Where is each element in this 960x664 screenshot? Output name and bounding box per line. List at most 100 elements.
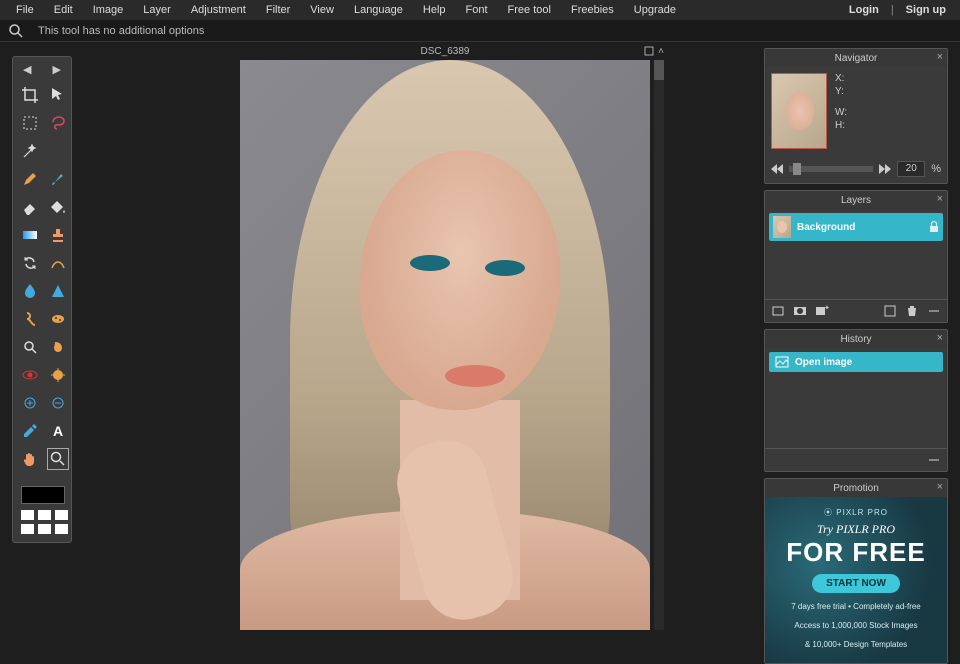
menu-item-view[interactable]: View — [300, 1, 344, 19]
layers-panel: Layers × Background ✦ — [764, 190, 948, 323]
wand-tool[interactable] — [19, 140, 41, 162]
menu-item-layer[interactable]: Layer — [133, 1, 181, 19]
burn-tool[interactable] — [47, 336, 69, 358]
layers-panel-header: Layers × — [765, 191, 947, 209]
foreground-color-swatch[interactable] — [21, 486, 65, 504]
menu-item-free-tool[interactable]: Free tool — [498, 1, 561, 19]
zoom-tool[interactable] — [47, 448, 69, 470]
dodge-tool[interactable] — [19, 336, 41, 358]
layer-mask-icon[interactable] — [793, 304, 807, 318]
clone-tool[interactable] — [47, 224, 69, 246]
canvas-image — [240, 60, 650, 630]
menu-item-language[interactable]: Language — [344, 1, 413, 19]
sponge-tool[interactable] — [47, 308, 69, 330]
picker-tool[interactable] — [19, 420, 41, 442]
tool-nav-right-icon[interactable]: ▶ — [53, 63, 61, 76]
replace-tool[interactable] — [19, 252, 41, 274]
window-maximize-icon[interactable] — [644, 46, 654, 57]
signup-link[interactable]: Sign up — [898, 1, 954, 19]
eraser-tool[interactable] — [19, 196, 41, 218]
layers-title: Layers — [841, 195, 871, 206]
swatch-cell[interactable] — [21, 524, 34, 534]
new-layer-icon[interactable] — [883, 304, 897, 318]
menu-item-image[interactable]: Image — [83, 1, 134, 19]
menu-bar: FileEditImageLayerAdjustmentFilterViewLa… — [0, 0, 960, 20]
auth-separator: | — [891, 1, 894, 19]
login-link[interactable]: Login — [841, 1, 887, 19]
menu-right-group: Login | Sign up — [841, 1, 954, 19]
layer-settings-icon[interactable] — [927, 304, 941, 318]
bloat-tool[interactable] — [19, 392, 41, 414]
bucket-tool[interactable] — [47, 196, 69, 218]
zoom-slider-thumb[interactable] — [793, 163, 801, 175]
swatch-cell[interactable] — [55, 510, 68, 520]
history-row[interactable]: Open image — [769, 352, 943, 372]
sharpen-tool[interactable] — [47, 280, 69, 302]
smudge-tool[interactable] — [19, 308, 41, 330]
draw-tool[interactable] — [47, 252, 69, 274]
zoom-unit: % — [931, 163, 941, 175]
menu-item-freebies[interactable]: Freebies — [561, 1, 624, 19]
history-panel: History × Open image — [764, 329, 948, 472]
swatch-grid — [21, 510, 63, 534]
layer-name: Background — [797, 222, 855, 233]
close-icon[interactable]: × — [937, 51, 943, 63]
zoom-slider[interactable] — [789, 166, 873, 172]
brush-tool[interactable] — [47, 168, 69, 190]
tool-nav-left-icon[interactable]: ◀ — [23, 63, 31, 76]
menu-item-filter[interactable]: Filter — [256, 1, 300, 19]
close-icon[interactable]: × — [937, 332, 943, 344]
right-panels-column: Navigator × X: Y: W: H: 20 % — [764, 48, 948, 664]
move-tool[interactable] — [47, 84, 69, 106]
document-title-bar: DSC_6389 ˄ — [240, 42, 650, 60]
portrait-lips — [445, 365, 505, 387]
swatch-cell[interactable] — [38, 524, 51, 534]
menu-item-help[interactable]: Help — [413, 1, 456, 19]
zoom-value-input[interactable]: 20 — [897, 161, 925, 177]
portrait-eye — [410, 255, 450, 271]
promotion-panel-header: Promotion × — [765, 479, 947, 497]
close-icon[interactable]: × — [937, 481, 943, 493]
swatch-cell[interactable] — [55, 524, 68, 534]
menu-item-font[interactable]: Font — [456, 1, 498, 19]
zoom-out-icon[interactable] — [771, 164, 783, 174]
navigator-thumbnail[interactable] — [771, 73, 827, 149]
type-tool[interactable]: A — [47, 420, 69, 442]
crop-tool[interactable] — [19, 84, 41, 106]
start-now-button[interactable]: START NOW — [812, 574, 900, 593]
layer-row[interactable]: Background — [769, 213, 943, 241]
canvas-viewport[interactable] — [240, 60, 650, 630]
window-collapse-icon[interactable]: ˄ — [658, 46, 664, 57]
tool-options-bar: This tool has no additional options — [0, 20, 960, 42]
canvas-scrollbar-vertical[interactable] — [654, 60, 664, 630]
history-settings-icon[interactable] — [927, 453, 941, 467]
zoom-in-icon[interactable] — [879, 164, 891, 174]
menu-item-upgrade[interactable]: Upgrade — [624, 1, 686, 19]
promo-fine-2: Access to 1,000,000 Stock Images — [773, 620, 939, 631]
close-icon[interactable]: × — [937, 193, 943, 205]
gradient-tool[interactable] — [19, 224, 41, 246]
blur-tool[interactable] — [19, 280, 41, 302]
menu-item-adjustment[interactable]: Adjustment — [181, 1, 256, 19]
pinch-tool[interactable] — [47, 392, 69, 414]
swatch-cell[interactable] — [38, 510, 51, 520]
delete-layer-icon[interactable] — [905, 304, 919, 318]
spot-tool[interactable] — [47, 364, 69, 386]
layers-body: Background — [765, 209, 947, 299]
lasso-tool[interactable] — [47, 112, 69, 134]
hand-tool[interactable] — [19, 448, 41, 470]
svg-text:✦: ✦ — [824, 304, 829, 312]
layer-visibility-icon[interactable] — [771, 304, 785, 318]
menu-item-file[interactable]: File — [6, 1, 44, 19]
scrollbar-thumb[interactable] — [654, 60, 664, 80]
menu-item-edit[interactable]: Edit — [44, 1, 83, 19]
promotion-banner[interactable]: ⦿ PIXLR PRO Try PIXLR PRO FOR FREE START… — [765, 497, 947, 663]
redeye-tool[interactable] — [19, 364, 41, 386]
pencil-tool[interactable] — [19, 168, 41, 190]
layer-styles-icon[interactable]: ✦ — [815, 304, 829, 318]
portrait-eye — [485, 260, 525, 276]
history-item-label: Open image — [795, 357, 852, 368]
marquee-tool[interactable] — [19, 112, 41, 134]
history-footer — [765, 448, 947, 471]
swatch-cell[interactable] — [21, 510, 34, 520]
